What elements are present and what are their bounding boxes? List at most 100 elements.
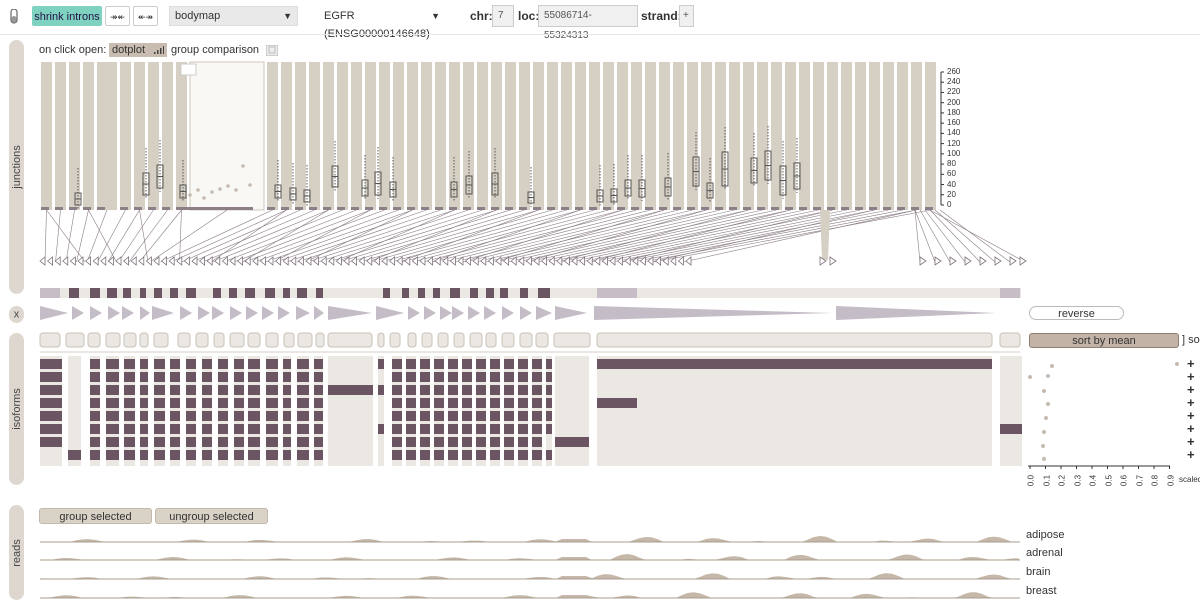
junction-column	[631, 62, 642, 210]
isoform-exon	[546, 372, 552, 382]
junction-column	[533, 62, 544, 210]
junction-base-mark	[841, 207, 849, 210]
isoform-exon	[283, 450, 291, 460]
exon-outline	[213, 332, 225, 348]
isoform-exon	[406, 359, 416, 369]
read-track-label[interactable]: brain	[1026, 566, 1050, 578]
arrow	[594, 306, 832, 320]
isoform-exon	[504, 385, 514, 395]
isoform-exon	[283, 385, 291, 395]
isoform-exon	[106, 359, 119, 369]
junction-base-mark	[575, 207, 583, 210]
read-track-label[interactable]: adipose	[1026, 529, 1065, 541]
exon-block	[1000, 288, 1020, 298]
isoform-exon	[40, 411, 62, 421]
scale-label: scaled	[1179, 475, 1200, 484]
isoform-exon	[420, 385, 430, 395]
exon-block	[170, 288, 178, 298]
isoform-exon	[546, 359, 552, 369]
splice-marker	[373, 256, 380, 266]
exon-block	[520, 288, 528, 298]
wide-connector	[820, 210, 830, 260]
isoform-exon	[170, 411, 180, 421]
splice-marker	[366, 256, 373, 266]
junction-column	[883, 62, 894, 210]
y-tick-label: 120	[947, 138, 961, 148]
splice-marker	[92, 256, 99, 266]
splice-marker	[183, 256, 190, 266]
isoform-exon	[434, 398, 444, 408]
isoform-exon	[504, 372, 514, 382]
read-track-label[interactable]: breast	[1026, 585, 1057, 597]
arrow	[314, 306, 324, 320]
isoform-exon	[597, 398, 637, 408]
exon-block	[265, 288, 275, 298]
junction-base-mark	[162, 207, 170, 210]
isoform-exon	[124, 359, 135, 369]
exon-outline	[315, 332, 325, 348]
ungroup-selected-button[interactable]: ungroup selected	[155, 508, 268, 524]
isoform-exon	[140, 411, 148, 421]
junction-column	[589, 62, 600, 210]
isoform-exon	[406, 385, 416, 395]
isoform-exon	[218, 424, 228, 434]
sort-by-mean-button[interactable]: sort by mean	[1029, 333, 1179, 348]
isoform-exon	[476, 372, 486, 382]
arrow	[836, 306, 996, 320]
add-isoform-icon[interactable]: +	[1187, 448, 1195, 461]
junction-base-mark	[351, 207, 359, 210]
y-tick-label: 80	[947, 159, 956, 169]
junction-base-mark	[421, 207, 429, 210]
isoform-exon	[314, 359, 323, 369]
isoform-exon	[476, 398, 486, 408]
splice-marker	[236, 256, 244, 266]
splice-marker	[100, 256, 107, 266]
junction-base-mark	[603, 207, 611, 210]
isoform-exon	[434, 437, 444, 447]
exon-outline	[247, 332, 261, 348]
junction-base-mark	[407, 207, 415, 210]
junction-base-mark	[645, 207, 653, 210]
splice-marker	[62, 256, 69, 266]
exon-block	[140, 288, 146, 298]
isoform-exon	[266, 437, 278, 447]
isoform-exon	[518, 450, 528, 460]
junction-column	[715, 62, 726, 210]
group-selected-button[interactable]: group selected	[39, 508, 152, 524]
isoform-exon	[40, 385, 62, 395]
junction-base-mark	[176, 207, 184, 210]
isoform-exon	[378, 385, 384, 395]
exon-block	[283, 288, 290, 298]
connector	[212, 209, 343, 263]
exon-outline	[283, 332, 295, 348]
arrow	[408, 306, 420, 320]
junction-column	[519, 62, 530, 210]
isoform-exon	[448, 385, 458, 395]
splice-marker	[297, 256, 304, 266]
isoform-exon	[266, 359, 278, 369]
isoform-exon	[234, 359, 244, 369]
connector	[265, 209, 413, 263]
y-tick-label: 180	[947, 107, 961, 117]
junction-base-mark	[463, 207, 471, 210]
splice-marker	[168, 256, 175, 266]
isoform-exon	[392, 424, 402, 434]
junction-base-mark	[659, 207, 667, 210]
isoform-exon	[154, 398, 165, 408]
isoform-exon	[202, 450, 212, 460]
isoform-exon	[234, 385, 244, 395]
connector	[191, 209, 315, 263]
scale-dot	[1042, 389, 1046, 393]
read-track-label[interactable]: adrenal	[1026, 547, 1063, 559]
isoform-exon	[546, 450, 552, 460]
reverse-button[interactable]: reverse	[1029, 306, 1124, 320]
splice-marker	[153, 256, 160, 266]
exon-outline	[377, 332, 385, 348]
isoform-exon	[462, 359, 472, 369]
arrow	[484, 306, 496, 320]
isoform-exon	[314, 372, 323, 382]
isoform-exon	[314, 385, 323, 395]
junction-base-mark	[83, 207, 91, 210]
connector	[611, 209, 875, 263]
junction-base-mark	[785, 207, 793, 210]
